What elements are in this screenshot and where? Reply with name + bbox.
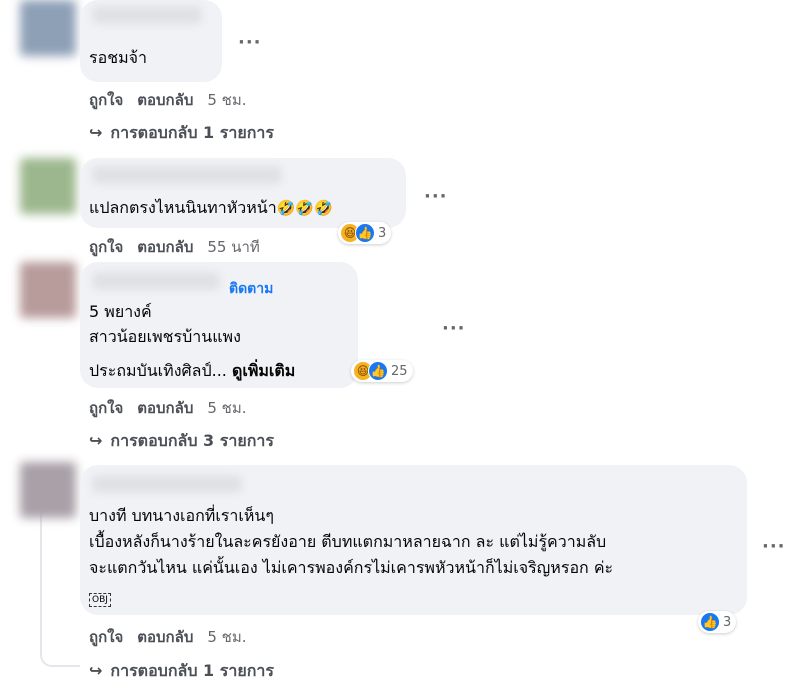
- commenter-name[interactable]: [92, 166, 282, 184]
- reply-button[interactable]: ตอบกลับ: [137, 399, 193, 417]
- comment-line: 5 พยางค์: [89, 302, 152, 321]
- comment-text: แปลกตรงไหนนินทาหัวหน้า🤣🤣🤣: [89, 197, 333, 219]
- comment-line: บางที บทนางเอกที่เราเห็นๆ: [89, 506, 274, 525]
- view-replies-label: การตอบกลับ 1 รายการ: [110, 123, 274, 142]
- view-replies-button[interactable]: ↪ การตอบกลับ 3 รายการ: [89, 429, 274, 454]
- reaction-summary[interactable]: 😆 👍 25: [351, 360, 413, 382]
- comment-actions: ถูกใจ ตอบกลับ 55 นาที: [89, 235, 274, 259]
- reply-button[interactable]: ตอบกลับ: [137, 628, 193, 646]
- reply-button[interactable]: ตอบกลับ: [137, 238, 193, 256]
- like-reaction-icon: 👍: [700, 612, 720, 632]
- timestamp[interactable]: 5 ชม.: [207, 628, 246, 646]
- reaction-count: 3: [723, 614, 732, 630]
- more-options-icon[interactable]: ···: [762, 536, 786, 557]
- follow-button[interactable]: ติดตาม: [229, 278, 273, 300]
- reply-button[interactable]: ตอบกลับ: [137, 91, 193, 109]
- reply-arrow-icon: ↪: [89, 431, 103, 450]
- reaction-summary[interactable]: 👍 3: [698, 611, 737, 633]
- object-placeholder-icon: OBJ: [89, 587, 111, 607]
- like-reaction-icon: 👍: [368, 361, 388, 381]
- like-button[interactable]: ถูกใจ: [89, 238, 123, 256]
- reaction-count: 3: [378, 225, 387, 241]
- comment-text-body: แปลกตรงไหนนินทาหัวหน้า: [89, 198, 277, 217]
- commenter-name[interactable]: [92, 475, 242, 493]
- like-button[interactable]: ถูกใจ: [89, 91, 123, 109]
- view-replies-button[interactable]: ↪ การตอบกลับ 1 รายการ: [89, 659, 274, 684]
- view-replies-label: การตอบกลับ 3 รายการ: [110, 431, 274, 450]
- comment-actions: ถูกใจ ตอบกลับ 5 ชม.: [89, 396, 261, 420]
- reply-arrow-icon: ↪: [89, 123, 103, 142]
- timestamp[interactable]: 5 ชม.: [207, 399, 246, 417]
- more-options-icon[interactable]: ···: [442, 318, 466, 339]
- view-replies-button[interactable]: ↪ การตอบกลับ 1 รายการ: [89, 121, 274, 146]
- reaction-count: 25: [391, 363, 408, 379]
- timestamp[interactable]: 5 ชม.: [207, 91, 246, 109]
- reaction-summary[interactable]: 😆 👍 3: [338, 222, 392, 244]
- like-button[interactable]: ถูกใจ: [89, 399, 123, 417]
- comment-line: สาวน้อยเพชรบ้านแพง: [89, 327, 241, 346]
- avatar[interactable]: [20, 0, 76, 56]
- comment-line: ประถมบันเทิงศิลป์... ดูเพิ่มเติม: [89, 360, 295, 382]
- commenter-name[interactable]: [92, 272, 220, 290]
- laughing-emoji-icon: 🤣🤣🤣: [276, 199, 333, 217]
- avatar[interactable]: [20, 262, 76, 318]
- timestamp[interactable]: 55 นาที: [207, 238, 259, 256]
- comment-text: รอชมจ้า: [89, 48, 147, 67]
- comment-actions: ถูกใจ ตอบกลับ 5 ชม.: [89, 88, 261, 112]
- comment-actions: ถูกใจ ตอบกลับ 5 ชม.: [89, 625, 261, 649]
- see-more-link[interactable]: ดูเพิ่มเติม: [232, 361, 295, 380]
- reply-arrow-icon: ↪: [89, 661, 103, 680]
- like-reaction-icon: 👍: [355, 223, 375, 243]
- more-options-icon[interactable]: ···: [238, 32, 262, 53]
- view-replies-label: การตอบกลับ 1 รายการ: [110, 661, 274, 680]
- avatar[interactable]: [20, 462, 76, 518]
- comment-line: เบื้องหลังก็นางร้ายในละครยังอาย ตีบทแตกม…: [89, 532, 607, 551]
- object-placeholder-label: OBJ: [89, 593, 111, 607]
- more-options-icon[interactable]: ···: [424, 186, 448, 207]
- commenter-name[interactable]: [92, 6, 202, 24]
- like-button[interactable]: ถูกใจ: [89, 628, 123, 646]
- avatar[interactable]: [20, 158, 76, 214]
- comment-line-text: ประถมบันเทิงศิลป์...: [89, 361, 227, 380]
- comment-line: จะแตกวันไหน แค่นั้นเอง ไม่เคารพองค์กรไม่…: [89, 558, 614, 577]
